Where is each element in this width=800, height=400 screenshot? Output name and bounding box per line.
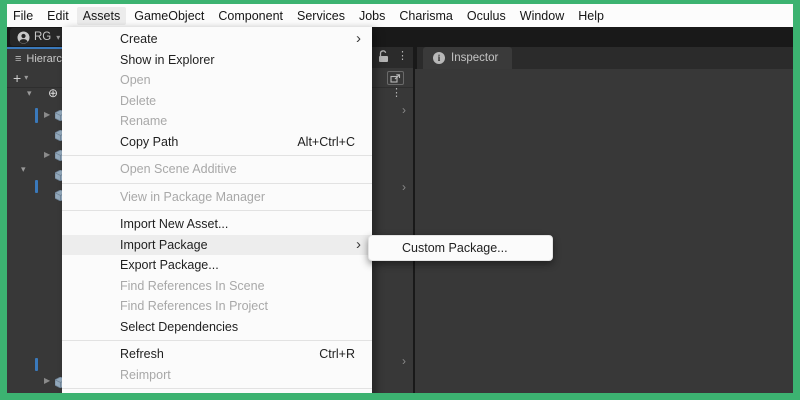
menu-item-export-package[interactable]: Export Package... bbox=[62, 255, 372, 276]
menu-separator bbox=[62, 183, 372, 184]
main-menubar: FileEditAssetsGameObjectComponentService… bbox=[4, 4, 793, 27]
assets-menu: Create›Show in ExplorerOpenDeleteRenameC… bbox=[62, 27, 372, 400]
menu-item-refresh[interactable]: RefreshCtrl+R bbox=[62, 344, 372, 365]
menu-item-label: Export Package... bbox=[120, 258, 355, 272]
menu-item-label: Import Package bbox=[120, 238, 355, 252]
foldout-triangle-icon[interactable]: ▶ bbox=[44, 151, 50, 159]
caret-down-icon: ▾ bbox=[56, 33, 60, 42]
caret-down-icon[interactable]: ▾ bbox=[24, 73, 28, 82]
menu-item-label: Reimport bbox=[120, 368, 355, 382]
inspector-panel: i Inspector bbox=[415, 47, 793, 393]
inspector-tab-label: Inspector bbox=[451, 52, 498, 64]
selection-indicator bbox=[35, 180, 38, 193]
menubar-item-jobs[interactable]: Jobs bbox=[353, 7, 391, 25]
foldout-triangle-icon[interactable]: ▶ bbox=[44, 377, 50, 385]
menu-item-label: Rename bbox=[120, 114, 355, 128]
menu-item-delete: Delete bbox=[62, 91, 372, 112]
menu-separator bbox=[62, 210, 372, 211]
menu-separator bbox=[62, 388, 372, 389]
menu-item-label: Open Scene Additive bbox=[120, 162, 355, 176]
menubar-item-charisma[interactable]: Charisma bbox=[393, 7, 459, 25]
info-icon: i bbox=[433, 52, 445, 64]
menu-item-label: Import New Asset... bbox=[120, 217, 355, 231]
menu-separator bbox=[62, 340, 372, 341]
menu-item-show-in-explorer[interactable]: Show in Explorer bbox=[62, 50, 372, 71]
submenu-arrow-icon: › bbox=[356, 30, 361, 47]
import-package-submenu: Custom Package... bbox=[368, 235, 553, 261]
menu-item-create[interactable]: Create› bbox=[62, 29, 372, 50]
menu-item-label: Copy Path bbox=[120, 135, 297, 149]
menu-item-find-references-in-scene: Find References In Scene bbox=[62, 276, 372, 297]
kebab-menu-icon[interactable]: ⋮ bbox=[391, 88, 402, 99]
selection-indicator bbox=[35, 108, 38, 123]
menubar-item-component[interactable]: Component bbox=[212, 7, 289, 25]
account-label: RG bbox=[34, 31, 51, 43]
menubar-item-edit[interactable]: Edit bbox=[41, 7, 75, 25]
lock-icon[interactable] bbox=[378, 50, 389, 63]
menu-item-custom-package[interactable]: Custom Package... bbox=[369, 237, 552, 259]
menu-item-reimport: Reimport bbox=[62, 365, 372, 386]
person-icon bbox=[17, 31, 30, 44]
hierarchy-list-icon: ≡ bbox=[15, 53, 21, 65]
menu-item-label: Custom Package... bbox=[402, 241, 540, 255]
menubar-item-window[interactable]: Window bbox=[514, 7, 570, 25]
menu-item-view-in-package-manager: View in Package Manager bbox=[62, 187, 372, 208]
menu-item-find-references-in-project: Find References In Project bbox=[62, 296, 372, 317]
chevron-right-icon[interactable]: › bbox=[402, 355, 406, 367]
menubar-item-assets[interactable]: Assets bbox=[77, 7, 127, 25]
menubar-item-help[interactable]: Help bbox=[572, 7, 610, 25]
menubar-item-file[interactable]: File bbox=[7, 7, 39, 25]
menu-item-label: Create bbox=[120, 32, 355, 46]
menu-item-open-scene-additive: Open Scene Additive bbox=[62, 159, 372, 180]
menu-item-label: Select Dependencies bbox=[120, 320, 355, 334]
inspector-tabbar: i Inspector bbox=[415, 47, 793, 69]
menu-item-copy-path[interactable]: Copy PathAlt+Ctrl+C bbox=[62, 132, 372, 153]
foldout-triangle-icon[interactable]: ▾ bbox=[21, 165, 26, 174]
submenu-arrow-icon: › bbox=[356, 236, 361, 253]
plus-icon[interactable]: + bbox=[13, 71, 21, 85]
menubar-item-services[interactable]: Services bbox=[291, 7, 351, 25]
menu-item-label: Refresh bbox=[120, 347, 319, 361]
menu-item-import-new-asset[interactable]: Import New Asset... bbox=[62, 214, 372, 235]
maximize-icon[interactable] bbox=[387, 71, 404, 85]
menu-separator bbox=[62, 155, 372, 156]
menu-item-label: Show in Explorer bbox=[120, 53, 355, 67]
menu-item-select-dependencies[interactable]: Select Dependencies bbox=[62, 317, 372, 338]
menu-item-rename: Rename bbox=[62, 111, 372, 132]
tab-inspector[interactable]: i Inspector bbox=[423, 47, 512, 69]
menu-item-shortcut: Ctrl+R bbox=[319, 347, 355, 361]
menubar-item-gameobject[interactable]: GameObject bbox=[128, 7, 210, 25]
menu-item-label: Find References In Scene bbox=[120, 279, 355, 293]
menu-item-shortcut: Alt+Ctrl+C bbox=[297, 135, 355, 149]
menu-item-import-package[interactable]: Import Package› bbox=[62, 235, 372, 256]
menu-item-label: View in Package Manager bbox=[120, 190, 355, 204]
menu-item-label: Open bbox=[120, 73, 355, 87]
chevron-right-icon[interactable]: › bbox=[402, 104, 406, 116]
chevron-right-icon[interactable]: › bbox=[402, 181, 406, 193]
menu-item-label: Delete bbox=[120, 94, 355, 108]
foldout-triangle-icon[interactable]: ▶ bbox=[44, 111, 50, 119]
foldout-triangle-icon[interactable]: ▾ bbox=[27, 89, 32, 98]
account-button[interactable]: RG ▾ bbox=[10, 28, 67, 46]
menu-item-label: Find References In Project bbox=[120, 299, 355, 313]
move-gizmo-icon: ⊕ bbox=[48, 86, 58, 100]
menu-item-open: Open bbox=[62, 70, 372, 91]
menubar-item-oculus[interactable]: Oculus bbox=[461, 7, 512, 25]
inspector-body bbox=[417, 69, 793, 393]
kebab-menu-icon[interactable]: ⋮ bbox=[397, 51, 408, 62]
selection-indicator bbox=[35, 358, 38, 371]
